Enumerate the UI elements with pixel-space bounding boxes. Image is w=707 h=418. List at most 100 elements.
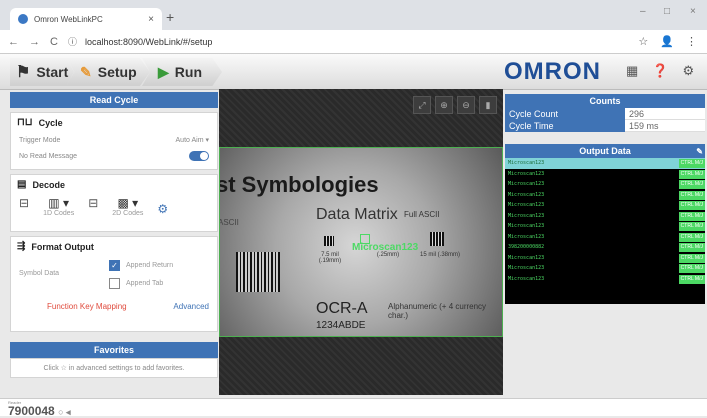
cycle-icon: ⊓⊔ bbox=[17, 117, 33, 128]
image-size-a: 7.5 mil (.19mm) bbox=[318, 252, 342, 264]
image-ocr-label: OCR-A bbox=[316, 300, 368, 317]
1d-codes-button[interactable]: ▥ ▾ 1D Codes bbox=[43, 196, 74, 217]
results-panel: Counts Cycle Count 296 Cycle Time 159 ms… bbox=[505, 94, 705, 304]
ctrl-tag-badge: CTRL M/J bbox=[678, 274, 705, 284]
decoded-overlay-text: Microscan123 bbox=[352, 242, 419, 253]
new-tab-button[interactable]: + bbox=[166, 9, 174, 25]
no-read-message-label: No Read Message bbox=[19, 152, 77, 160]
reload-button[interactable]: C bbox=[50, 36, 58, 48]
append-return-checkbox[interactable]: ✓ Append Return bbox=[109, 256, 173, 274]
browser-tab-bar: Omron WebLinkPC × + – □ × bbox=[0, 0, 707, 30]
zoom-out-icon[interactable]: ⊖ bbox=[457, 96, 475, 114]
setup-step-button[interactable]: ✎ Setup bbox=[66, 58, 150, 86]
browser-menu-icon[interactable]: ⋮ bbox=[686, 35, 697, 48]
advanced-link[interactable]: Advanced bbox=[173, 302, 209, 311]
browser-tab[interactable]: Omron WebLinkPC × bbox=[10, 8, 162, 30]
forward-button[interactable]: → bbox=[29, 36, 40, 48]
output-data-row[interactable]: Microscan123 CTRL M/J bbox=[505, 169, 705, 180]
zoom-in-icon[interactable]: ⊕ bbox=[435, 96, 453, 114]
image-barcode bbox=[236, 252, 280, 292]
ctrl-tag-badge: CTRL M/J bbox=[678, 264, 705, 273]
output-data-title: Output Data bbox=[579, 146, 631, 156]
ctrl-tag-badge: CTRL M/J bbox=[678, 253, 705, 263]
image-heading-text: st Symbologies bbox=[219, 172, 379, 197]
fit-screen-icon[interactable]: ⤢ bbox=[413, 96, 431, 114]
2d-codes-button[interactable]: ▩ ▾ 2D Codes bbox=[112, 196, 143, 217]
ctrl-tag-badge: CTRL M/J bbox=[678, 232, 705, 242]
output-data-list[interactable]: Microscan123 CTRL M/J Microscan123 CTRL M/J… bbox=[505, 158, 705, 304]
no-read-message-toggle[interactable] bbox=[189, 151, 209, 161]
output-data-row[interactable]: Microscan123 CTRL M/J bbox=[505, 179, 705, 190]
ctrl-tag-badge: CTRL M/J bbox=[678, 243, 705, 252]
close-tab-icon[interactable]: × bbox=[148, 14, 154, 25]
output-data-row[interactable]: Microscan123 CTRL M/J bbox=[505, 274, 705, 285]
output-data-text: Microscan123 bbox=[508, 181, 545, 187]
output-data-row[interactable]: Microscan123 CTRL M/J bbox=[505, 211, 705, 222]
favorites-note: Click ☆ in advanced settings to add favo… bbox=[10, 358, 218, 378]
maximize-button[interactable]: □ bbox=[664, 6, 670, 17]
output-data-text: Microscan123 bbox=[508, 233, 545, 240]
output-data-row[interactable]: 398200000882 CTRL M/J bbox=[505, 242, 705, 253]
cycle-count-label: Cycle Count bbox=[505, 108, 625, 120]
ctrl-tag-badge: CTRL M/J bbox=[678, 222, 705, 231]
save-image-icon[interactable]: ▮ bbox=[479, 96, 497, 114]
format-output-icon: ⇶ bbox=[17, 241, 26, 252]
output-data-row[interactable]: Microscan123 CTRL M/J bbox=[505, 253, 705, 264]
output-data-text: Microscan123 bbox=[508, 160, 545, 166]
append-tab-checkbox[interactable]: Append Tab bbox=[109, 274, 173, 292]
trigger-mode-value: Auto Aim bbox=[175, 137, 204, 144]
status-bar: Reader 7900048 ○ ◂ bbox=[0, 398, 707, 418]
output-data-text: Microscan123 bbox=[508, 254, 545, 261]
start-step-button[interactable]: ⚑ Start bbox=[10, 58, 74, 86]
settings-gear-icon[interactable]: ⚙ bbox=[682, 63, 694, 79]
decode-title: Decode bbox=[32, 179, 65, 190]
back-button[interactable]: ← bbox=[8, 36, 19, 48]
image-ocr-text: 1234ABDE bbox=[316, 320, 366, 331]
cycle-count-value: 296 bbox=[625, 108, 705, 120]
decode-settings-gear-icon[interactable]: ⚙ bbox=[157, 202, 168, 216]
minus-2d-button[interactable]: ⊟ bbox=[88, 196, 98, 210]
format-output-title: Format Output bbox=[31, 241, 94, 252]
output-data-row[interactable]: Microscan123 CTRL M/J bbox=[505, 263, 705, 274]
output-data-text: Microscan123 bbox=[508, 191, 545, 198]
append-tab-label: Append Tab bbox=[126, 279, 164, 287]
pin-icon: ⚑ bbox=[16, 64, 31, 81]
minus-1d-button[interactable]: ⊟ bbox=[19, 196, 29, 210]
image-dm-code-large bbox=[430, 232, 444, 246]
2d-codes-label: 2D Codes bbox=[112, 210, 144, 217]
cycle-time-row: Cycle Time 159 ms bbox=[505, 120, 705, 132]
image-viewer[interactable]: ⤢ ⊕ ⊖ ▮ st Symbologies ASCII Data Matrix… bbox=[219, 89, 503, 395]
trigger-mode-select[interactable]: Auto Aim ▾ bbox=[176, 136, 209, 144]
edit-pen-icon[interactable]: ✎ bbox=[696, 145, 703, 159]
barcode-2d-icon: ▩ ▾ bbox=[117, 196, 139, 210]
function-key-mapping-link[interactable]: Function Key Mapping bbox=[47, 302, 127, 311]
tab-title: Omron WebLinkPC bbox=[34, 14, 103, 24]
help-icon[interactable]: ❓ bbox=[652, 63, 668, 79]
output-data-row[interactable]: Microscan123 CTRL M/J bbox=[505, 232, 705, 243]
info-icon: ⓘ bbox=[67, 37, 77, 47]
reader-icon[interactable]: ▦ bbox=[626, 63, 638, 79]
output-data-text: Microscan123 bbox=[508, 223, 545, 229]
output-data-row[interactable]: Microscan123 CTRL M/J bbox=[505, 158, 705, 169]
cycle-count-row: Cycle Count 296 bbox=[505, 108, 705, 120]
cycle-card: ⊓⊔ Cycle Trigger Mode Auto Aim ▾ No Read… bbox=[10, 112, 218, 170]
image-ascii-text: ASCII bbox=[219, 218, 239, 227]
trigger-mode-label: Trigger Mode bbox=[19, 136, 61, 144]
bookmark-star-icon[interactable]: ☆ bbox=[638, 35, 648, 48]
image-alphanumeric-text: Alphanumeric (+ 4 currency char.) bbox=[388, 302, 487, 320]
cycle-time-label: Cycle Time bbox=[505, 120, 625, 132]
omron-logo: OMRON bbox=[504, 58, 601, 85]
output-data-row[interactable]: Microscan123 CTRL M/J bbox=[505, 190, 705, 201]
output-data-row[interactable]: Microscan123 CTRL M/J bbox=[505, 221, 705, 232]
symbol-data-label: Symbol Data bbox=[19, 270, 60, 277]
1d-codes-label: 1D Codes bbox=[43, 210, 75, 217]
window-close-button[interactable]: × bbox=[690, 6, 696, 17]
account-icon[interactable]: 👤 bbox=[660, 35, 674, 48]
output-data-row[interactable]: Microscan123 CTRL M/J bbox=[505, 200, 705, 211]
ctrl-tag-badge: CTRL M/J bbox=[678, 159, 705, 168]
url-input[interactable]: localhost:8090/WebLink/#/setup bbox=[85, 37, 212, 47]
cycle-title: Cycle bbox=[38, 117, 63, 128]
run-step-button[interactable]: ▶ Run bbox=[142, 58, 222, 86]
run-label: Run bbox=[174, 64, 202, 80]
minimize-button[interactable]: – bbox=[640, 6, 646, 17]
